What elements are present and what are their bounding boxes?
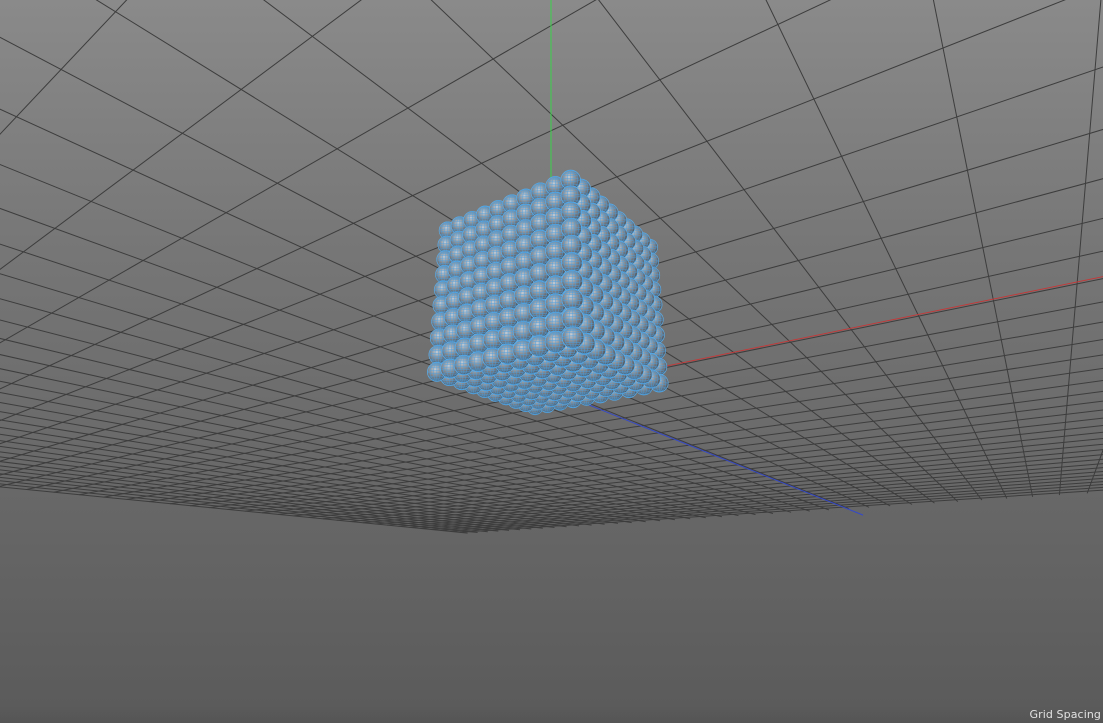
3d-viewport[interactable]: Grid Spacing <box>0 0 1103 723</box>
viewport-status-bar: Grid Spacing <box>0 706 1103 723</box>
sphere[interactable] <box>561 288 584 311</box>
sphere[interactable] <box>561 270 584 292</box>
sphere[interactable] <box>561 307 584 330</box>
grid-spacing-label: Grid Spacing <box>1029 708 1101 721</box>
sphere[interactable] <box>561 326 585 349</box>
viewport-scene[interactable] <box>0 0 1103 723</box>
